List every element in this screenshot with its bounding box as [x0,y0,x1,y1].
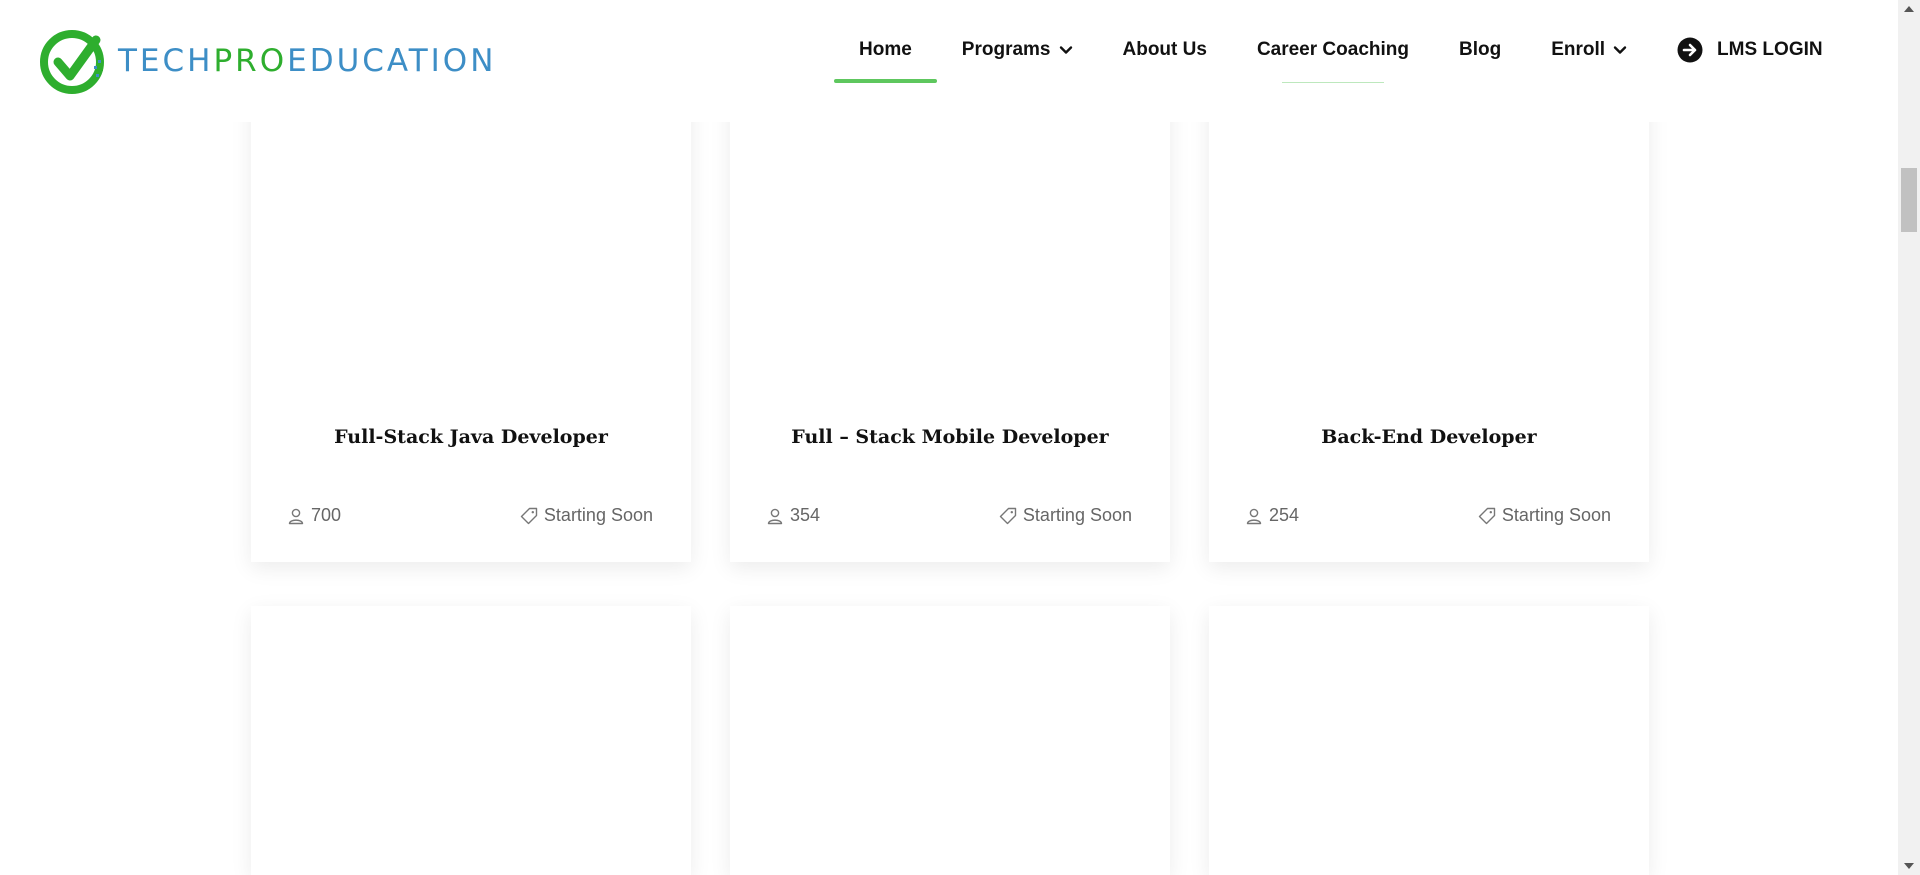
arrow-right-circle-icon [1677,37,1703,63]
course-card[interactable]: Full – Stack Mobile Developer 354 Starti… [730,60,1170,562]
chevron-down-icon [1059,46,1072,54]
students-count: 254 [1245,505,1299,526]
course-card[interactable] [251,606,691,875]
course-status: Starting Soon [999,505,1132,526]
course-title[interactable]: Back-End Developer [1209,426,1649,448]
students-value: 254 [1269,505,1300,525]
course-card[interactable]: Full-Stack Java Developer 700 Starting S… [251,60,691,562]
main-nav: Home Programs About Us Career Coaching B… [834,0,1848,100]
nav-home[interactable]: Home [834,0,937,100]
nav-programs-label: Programs [961,39,1051,60]
checkmark-logo-icon [40,30,104,94]
scrollbar-track[interactable] [1898,0,1920,875]
nav-about-label: About Us [1122,39,1207,60]
nav-career-coaching[interactable]: Career Coaching [1232,0,1434,100]
nav-lms-login[interactable]: LMS LOGIN [1652,0,1848,100]
students-value: 700 [311,505,342,525]
students-count: 354 [766,505,820,526]
course-meta: 354 Starting Soon [730,505,1170,526]
nav-about[interactable]: About Us [1098,0,1232,100]
students-value: 354 [790,505,821,525]
course-title[interactable]: Full-Stack Java Developer [251,426,691,448]
nav-blog[interactable]: Blog [1434,0,1526,100]
logo-text-pro: PRO [213,42,288,79]
scrollbar-thumb[interactable] [1901,168,1917,232]
user-icon [288,508,304,524]
chevron-down-icon [1613,46,1627,54]
nav-blog-label: Blog [1458,39,1502,60]
nav-home-label: Home [859,39,912,60]
user-icon [767,508,783,524]
logo-text-education: EDUCATION [287,42,497,79]
nav-enroll[interactable]: Enroll [1526,0,1652,100]
nav-lms-label: LMS LOGIN [1717,39,1823,60]
nav-enroll-label: Enroll [1551,39,1606,60]
course-meta: 254 Starting Soon [1209,505,1649,526]
status-value: Starting Soon [1501,505,1611,525]
logo-text: TECHPROEDUCATION [118,42,497,79]
site-header: TECHPROEDUCATION Home Programs About Us … [0,0,1898,122]
course-card[interactable]: Back-End Developer 254 Starting Soon [1209,60,1649,562]
course-status: Starting Soon [520,505,653,526]
scroll-up-arrow-icon[interactable] [1903,4,1915,14]
nav-career-label: Career Coaching [1256,39,1409,60]
scroll-down-arrow-icon[interactable] [1903,861,1915,871]
course-card[interactable] [730,606,1170,875]
tag-icon [999,507,1017,524]
course-title[interactable]: Full – Stack Mobile Developer [730,426,1170,448]
status-value: Starting Soon [1022,505,1132,525]
user-icon [1246,508,1262,524]
course-card[interactable] [1209,606,1649,875]
logo-text-tech: TECH [118,42,214,79]
course-meta: 700 Starting Soon [251,505,691,526]
tag-icon [520,507,538,524]
students-count: 700 [287,505,341,526]
tag-icon [1478,507,1496,524]
course-status: Starting Soon [1478,505,1611,526]
logo[interactable]: TECHPROEDUCATION [38,24,496,98]
status-value: Starting Soon [543,505,653,525]
nav-programs[interactable]: Programs [937,0,1098,100]
